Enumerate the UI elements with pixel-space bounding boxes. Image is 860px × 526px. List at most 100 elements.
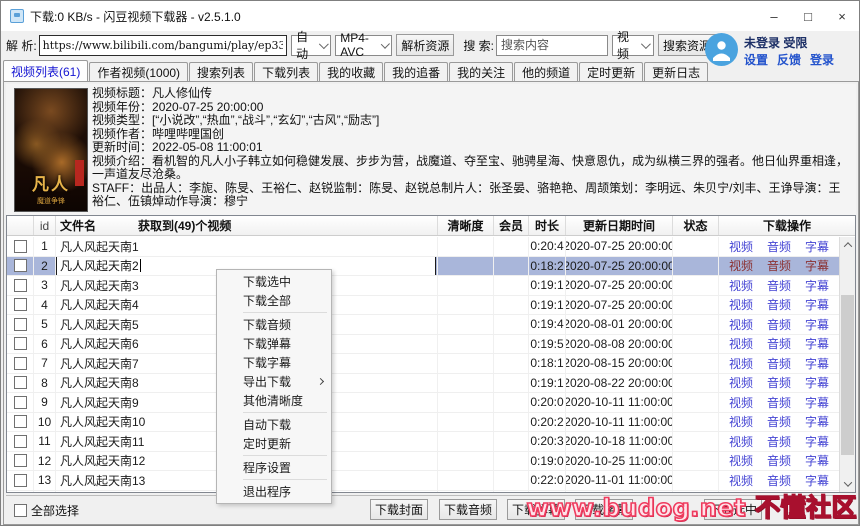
- scroll-up-icon[interactable]: [840, 237, 856, 253]
- download-audio-link[interactable]: 音频: [767, 316, 791, 333]
- menu-item-7[interactable]: 其他清晰度: [217, 391, 331, 410]
- table-row[interactable]: 11 凡人风起天南11 0:20:3 2020-10-18 11:00:00 视频 音频字…: [7, 432, 839, 452]
- table-row[interactable]: 3 凡人风起天南3 0:19:1 2020-07-25 20:00:00 视频 音频 字幕: [7, 276, 839, 296]
- row-checkbox[interactable]: [13, 356, 27, 370]
- tab-9[interactable]: 更新日志: [644, 62, 709, 82]
- header-quality[interactable]: 清晰度: [438, 216, 494, 235]
- download-subtitle-link[interactable]: 字幕: [805, 374, 829, 391]
- user-link-2[interactable]: 登录: [810, 51, 834, 68]
- download-subtitle-link[interactable]: 字幕: [805, 355, 829, 372]
- row-checkbox[interactable]: [13, 454, 27, 468]
- menu-item-3[interactable]: 下载音频: [217, 315, 331, 334]
- download-subtitle-link[interactable]: 字幕: [805, 335, 829, 352]
- tab-5[interactable]: 我的追番: [384, 62, 449, 82]
- menu-item-0[interactable]: 下载选中: [217, 272, 331, 291]
- maximize-button[interactable]: □: [791, 1, 825, 31]
- download-subtitle-link[interactable]: 字幕: [805, 238, 829, 255]
- row-checkbox[interactable]: [13, 434, 27, 448]
- download-audio-link[interactable]: 音频: [767, 296, 791, 313]
- download-audio-link[interactable]: 音频: [767, 335, 791, 352]
- download-video-link[interactable]: 视频: [729, 452, 753, 469]
- table-row[interactable]: 2 凡人风起天南2 0:18:2 2020-07-25 20:00:00 视频 音频 字幕: [7, 256, 839, 276]
- download-audio-link[interactable]: 音频: [767, 394, 791, 411]
- header-status[interactable]: 状态: [673, 216, 719, 235]
- table-row[interactable]: 7 凡人风起天南7 0:18:1 2020-08-15 20:00:00 视频 音频 字幕: [7, 354, 839, 374]
- download-video-link[interactable]: 视频: [729, 355, 753, 372]
- avatar[interactable]: [705, 33, 738, 66]
- bottom-button-0[interactable]: 下载封面: [370, 499, 428, 520]
- download-video-link[interactable]: 视频: [729, 394, 753, 411]
- menu-item-12[interactable]: 程序设置: [217, 458, 331, 477]
- download-video-link[interactable]: 视频: [729, 374, 753, 391]
- menu-item-9[interactable]: 自动下载: [217, 415, 331, 434]
- header-duration[interactable]: 时长: [529, 216, 566, 235]
- download-video-link[interactable]: 视频: [729, 296, 753, 313]
- tab-4[interactable]: 我的收藏: [319, 62, 384, 82]
- parse-resource-button[interactable]: 解析资源: [396, 34, 455, 56]
- scrollbar-thumb[interactable]: [841, 295, 854, 455]
- download-video-link[interactable]: 视频: [729, 277, 753, 294]
- menu-item-4[interactable]: 下载弹幕: [217, 334, 331, 353]
- tab-6[interactable]: 我的关注: [449, 62, 514, 82]
- download-audio-link[interactable]: 音频: [767, 257, 791, 274]
- menu-item-6[interactable]: 导出下载: [217, 372, 331, 391]
- download-audio-link[interactable]: 音频: [767, 433, 791, 450]
- row-checkbox[interactable]: [13, 415, 27, 429]
- table-row[interactable]: 1 凡人风起天南1 0:20:4 2020-07-25 20:00:00 视频 音频 字幕: [7, 237, 839, 257]
- download-subtitle-link[interactable]: 字幕: [805, 394, 829, 411]
- download-audio-link[interactable]: 音频: [767, 355, 791, 372]
- row-checkbox[interactable]: [13, 376, 27, 390]
- row-checkbox[interactable]: [13, 395, 27, 409]
- url-input[interactable]: [38, 34, 288, 56]
- tab-8[interactable]: 定时更新: [579, 62, 644, 82]
- tab-7[interactable]: 他的频道: [514, 62, 579, 82]
- codec-select[interactable]: MP4-AVC: [335, 31, 393, 59]
- download-audio-link[interactable]: 音频: [767, 452, 791, 469]
- search-type-select[interactable]: 视频: [612, 30, 654, 61]
- format-select[interactable]: 自动: [291, 30, 332, 61]
- download-subtitle-link[interactable]: 字幕: [805, 296, 829, 313]
- user-link-0[interactable]: 设置: [744, 51, 768, 68]
- row-checkbox[interactable]: [13, 337, 27, 351]
- download-subtitle-link[interactable]: 字幕: [805, 413, 829, 430]
- download-video-link[interactable]: 视频: [729, 472, 753, 489]
- table-row[interactable]: 10 凡人风起天南10 0:20:2 2020-10-11 11:00:00 视频 音频字…: [7, 412, 839, 432]
- download-subtitle-link[interactable]: 字幕: [805, 277, 829, 294]
- download-subtitle-link[interactable]: 字幕: [805, 452, 829, 469]
- select-all-checkbox[interactable]: [14, 504, 27, 517]
- download-audio-link[interactable]: 音频: [767, 472, 791, 489]
- download-video-link[interactable]: 视频: [729, 238, 753, 255]
- tab-2[interactable]: 搜索列表: [189, 62, 254, 82]
- row-checkbox[interactable]: [13, 317, 27, 331]
- row-checkbox[interactable]: [13, 298, 27, 312]
- tab-0[interactable]: 视频列表(61): [3, 60, 89, 82]
- row-checkbox[interactable]: [13, 239, 27, 253]
- table-row[interactable]: 6 凡人风起天南6 0:19:5 2020-08-08 20:00:00 视频 音频 字幕: [7, 334, 839, 354]
- minimize-button[interactable]: –: [757, 1, 791, 31]
- vertical-scrollbar[interactable]: [839, 237, 855, 492]
- tab-3[interactable]: 下载列表: [254, 62, 319, 82]
- download-video-link[interactable]: 视频: [729, 433, 753, 450]
- download-subtitle-link[interactable]: 字幕: [805, 472, 829, 489]
- header-vip[interactable]: 会员: [494, 216, 529, 235]
- download-video-link[interactable]: 视频: [729, 316, 753, 333]
- menu-item-1[interactable]: 下载全部: [217, 291, 331, 310]
- download-video-link[interactable]: 视频: [729, 335, 753, 352]
- table-row[interactable]: 8 凡人风起天南8 0:19:1 2020-08-22 20:00:00 视频 音频 字幕: [7, 373, 839, 393]
- row-checkbox[interactable]: [13, 278, 27, 292]
- header-filename[interactable]: 文件名 获取到(49)个视频: [56, 216, 438, 235]
- header-date[interactable]: 更新日期时间: [566, 216, 673, 235]
- download-audio-link[interactable]: 音频: [767, 238, 791, 255]
- download-audio-link[interactable]: 音频: [767, 277, 791, 294]
- table-row[interactable]: 9 凡人风起天南9 0:20:0 2020-10-11 11:00:00 视频 音频 字幕: [7, 393, 839, 413]
- menu-item-14[interactable]: 退出程序: [217, 482, 331, 501]
- close-button[interactable]: ×: [825, 1, 859, 31]
- download-subtitle-link[interactable]: 字幕: [805, 433, 829, 450]
- table-row[interactable]: 5 凡人风起天南5 0:19:4 2020-08-01 20:00:00 视频 音频 字幕: [7, 315, 839, 335]
- search-input[interactable]: [496, 34, 609, 56]
- download-subtitle-link[interactable]: 字幕: [805, 316, 829, 333]
- download-audio-link[interactable]: 音频: [767, 374, 791, 391]
- table-row[interactable]: 4 凡人风起天南4 0:19:1 2020-07-25 20:00:00 视频 音频 字幕: [7, 295, 839, 315]
- user-link-1[interactable]: 反馈: [777, 51, 801, 68]
- download-subtitle-link[interactable]: 字幕: [805, 257, 829, 274]
